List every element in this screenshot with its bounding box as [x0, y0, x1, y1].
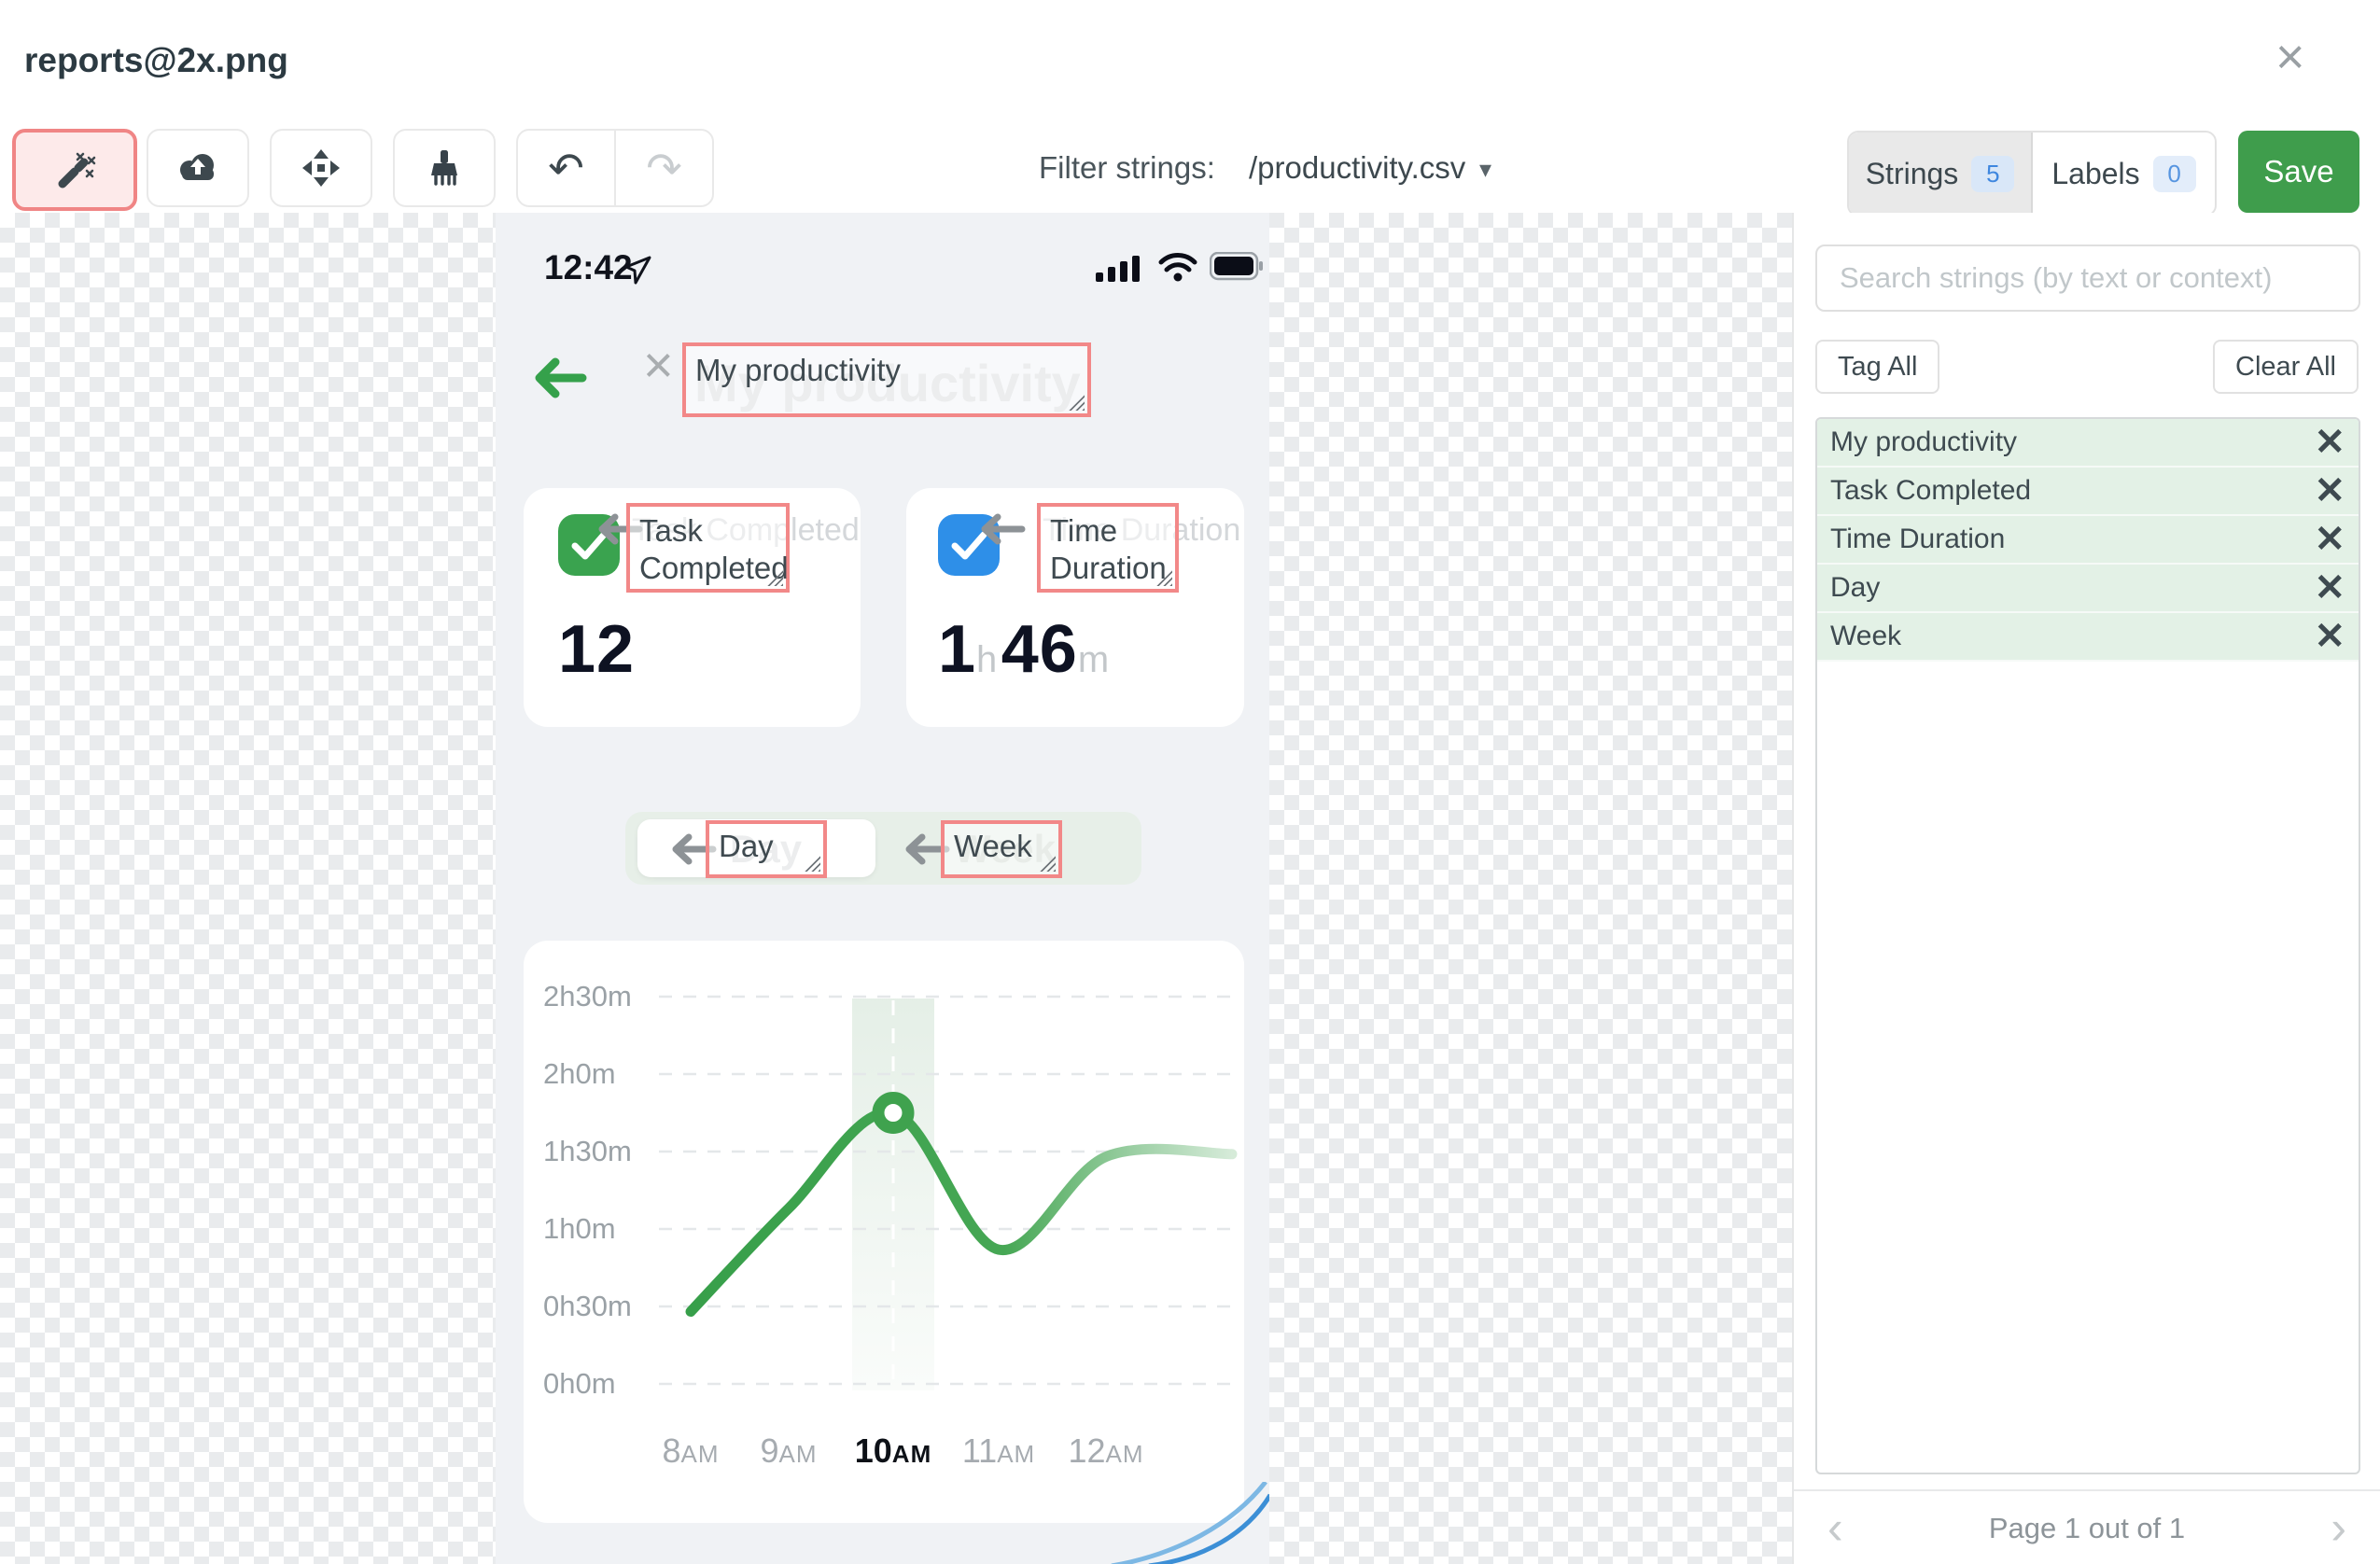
- task-count-value: 12: [558, 612, 636, 687]
- y-axis-tick: 2h30m: [543, 980, 632, 1012]
- duration-minutes-unit: m: [1077, 639, 1110, 680]
- filter-file-dropdown[interactable]: /productivity.csv: [1249, 150, 1465, 186]
- brush-button[interactable]: [393, 129, 496, 207]
- y-axis-tick: 0h0m: [543, 1367, 616, 1400]
- productivity-chart-card: 2h30m 2h0m 1h30m 1h0m 0h30m 0h0m 8AM 9AM 10AM 11A…: [524, 941, 1244, 1523]
- annotation-day-text: Day: [719, 829, 774, 863]
- x-axis-tick: 12AM: [1068, 1431, 1144, 1470]
- move-icon: [302, 149, 340, 187]
- string-text: My productivity: [1830, 426, 2018, 457]
- filter-strings-label: Filter strings:: [1039, 150, 1215, 185]
- string-list: My productivity ✕ Task Completed ✕ Time Du…: [1815, 417, 2360, 1474]
- strings-panel: Tag All Clear All My productivity ✕ Task …: [1792, 213, 2380, 1564]
- undo-redo-group: ↶ ↷: [516, 129, 714, 207]
- magic-wand-icon: [58, 152, 96, 189]
- resize-handle-icon[interactable]: [1069, 395, 1085, 411]
- list-item[interactable]: Time Duration ✕: [1817, 516, 2359, 565]
- tab-labels-label: Labels: [2051, 156, 2140, 190]
- save-button[interactable]: Save: [2238, 131, 2359, 213]
- wifi-icon: [1158, 253, 1197, 282]
- back-arrow-icon: [535, 357, 587, 398]
- annotation-task-text: Task Completed: [639, 513, 789, 585]
- y-axis-tick: 1h30m: [543, 1135, 632, 1167]
- gray-arrow-icon: [981, 513, 1026, 545]
- list-item[interactable]: My productivity ✕: [1817, 419, 2359, 468]
- annotation-box-title[interactable]: My productivity: [682, 342, 1091, 417]
- move-button[interactable]: [270, 129, 372, 207]
- day-week-toggle: Day Day Week Week: [625, 812, 1141, 885]
- duration-value: 1h 46m: [938, 611, 1109, 688]
- tab-labels[interactable]: Labels 0: [2033, 133, 2215, 215]
- undo-icon[interactable]: ↶: [518, 143, 614, 193]
- card-time-duration: Time Duration Time Duration 1h 46m: [906, 488, 1244, 727]
- list-item[interactable]: Task Completed ✕: [1817, 468, 2359, 516]
- remove-string-icon[interactable]: ✕: [2314, 618, 2345, 655]
- string-text: Task Completed: [1830, 475, 2032, 506]
- annotation-duration-text: Time Duration: [1050, 513, 1167, 585]
- labels-count-badge: 0: [2152, 155, 2196, 192]
- signal-bars-icon: [1096, 256, 1140, 282]
- location-arrow-icon: [624, 256, 651, 285]
- y-axis-tick: 2h0m: [543, 1057, 616, 1090]
- remove-string-icon[interactable]: ✕: [2314, 472, 2345, 510]
- resize-handle-icon[interactable]: [805, 856, 820, 872]
- duration-hours-unit: h: [976, 639, 998, 680]
- view-tabs: Strings 5 Labels 0: [1847, 131, 2217, 216]
- annotation-box-time-duration[interactable]: Time Duration: [1037, 503, 1179, 593]
- tab-strings-label: Strings: [1865, 156, 1959, 190]
- annotation-box-day[interactable]: Day: [706, 820, 827, 878]
- annotation-week-text: Week: [954, 829, 1032, 863]
- card-task-completed: Task Completed Task Completed 12: [524, 488, 861, 727]
- close-icon[interactable]: ×: [2275, 32, 2305, 82]
- tag-all-button[interactable]: Tag All: [1815, 340, 1940, 394]
- y-axis-tick: 0h30m: [543, 1290, 632, 1322]
- string-text: Time Duration: [1830, 524, 2006, 554]
- search-input[interactable]: [1815, 244, 2360, 312]
- remove-string-icon[interactable]: ✕: [2314, 424, 2345, 461]
- string-text: Week: [1830, 621, 1902, 651]
- duration-hours: 1: [938, 612, 977, 687]
- string-tagging-app: reports@2x.png × ↶ ↷ Filter strings: /pr…: [0, 0, 2380, 1564]
- chevron-right-icon[interactable]: ›: [2331, 1504, 2346, 1551]
- string-text: Day: [1830, 572, 1881, 603]
- annotation-box-week[interactable]: Week: [941, 820, 1062, 878]
- tab-strings[interactable]: Strings 5: [1849, 133, 2033, 215]
- y-axis-tick: 1h0m: [543, 1212, 616, 1245]
- battery-icon: [1210, 252, 1263, 281]
- ghost-close-icon: ×: [643, 335, 674, 394]
- pagination: ‹ Page 1 out of 1 ›: [1794, 1489, 2380, 1564]
- annotation-box-task-completed[interactable]: Task Completed: [626, 503, 790, 593]
- chevron-down-icon[interactable]: ▾: [1479, 155, 1491, 184]
- status-time: 12:42: [544, 248, 633, 286]
- resize-handle-icon[interactable]: [1040, 856, 1056, 872]
- screenshot-phone: 12:42 × My productivity My productivity: [496, 213, 1269, 1564]
- remove-string-icon[interactable]: ✕: [2314, 521, 2345, 558]
- toolbar: ↶ ↷ Filter strings: /productivity.csv ▾ …: [0, 119, 2380, 216]
- strings-count-badge: 5: [1971, 155, 2015, 192]
- upload-button[interactable]: [147, 129, 249, 207]
- clear-all-button[interactable]: Clear All: [2213, 340, 2359, 394]
- list-item[interactable]: Day ✕: [1817, 565, 2359, 613]
- annotation-title-text: My productivity: [695, 353, 902, 387]
- redo-icon[interactable]: ↷: [616, 143, 712, 193]
- magic-wand-button[interactable]: [12, 129, 137, 211]
- duration-minutes: 46: [1001, 612, 1078, 687]
- window-title: reports@2x.png: [24, 41, 288, 79]
- cloud-upload-icon: [180, 154, 214, 180]
- page-indicator: Page 1 out of 1: [1988, 1512, 2186, 1544]
- decorative-curves: [1111, 1482, 1269, 1564]
- list-item[interactable]: Week ✕: [1817, 613, 2359, 662]
- remove-string-icon[interactable]: ✕: [2314, 569, 2345, 607]
- brush-icon: [431, 150, 457, 186]
